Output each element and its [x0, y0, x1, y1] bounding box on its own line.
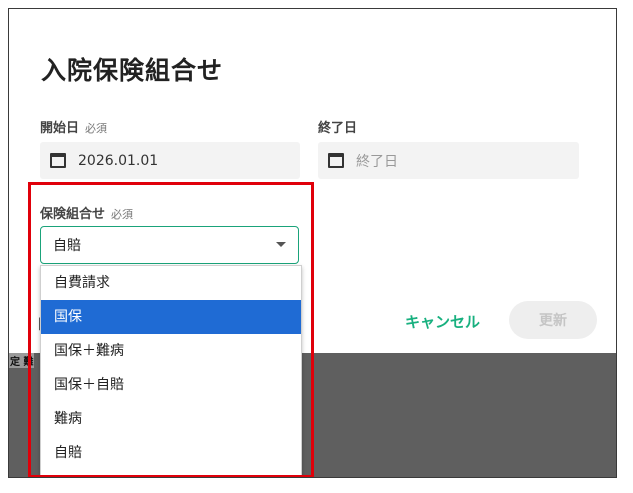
- insurance-combo-selected-value: 自賠: [53, 238, 81, 254]
- end-date-label: 終了日: [318, 117, 357, 136]
- start-date-label-text: 開始日: [40, 121, 80, 136]
- backdrop-text: 定 難: [9, 353, 35, 368]
- end-date-placeholder: 終了日: [356, 153, 398, 170]
- start-date-field[interactable]: 2026.01.01: [40, 142, 300, 179]
- dropdown-option[interactable]: 国保＋難病: [41, 334, 301, 368]
- insurance-combo-label: 保険組合せ 必須: [40, 203, 133, 222]
- chevron-down-icon: [276, 242, 286, 247]
- window-frame: 定 難 入院保険組合せ 開始日 必須 2026.01.01 終了日 終了日 保険組…: [8, 8, 617, 478]
- end-date-field[interactable]: 終了日: [318, 142, 579, 179]
- cancel-button[interactable]: キャンセル: [405, 311, 480, 332]
- start-date-label: 開始日 必須: [40, 117, 107, 136]
- dropdown-option[interactable]: 自費請求: [41, 266, 301, 300]
- dropdown-option[interactable]: 難病: [41, 402, 301, 436]
- dropdown-option[interactable]: 自賠: [41, 436, 301, 470]
- required-badge: 必須: [111, 208, 134, 221]
- start-date-value: 2026.01.01: [78, 152, 159, 169]
- dropdown-option[interactable]: 国保: [41, 300, 301, 334]
- insurance-combo-dropdown: 自費請求 国保 国保＋難病 国保＋自賠 難病 自賠: [40, 265, 302, 477]
- dialog-title: 入院保険組合せ: [41, 56, 224, 85]
- update-button[interactable]: 更新: [509, 301, 597, 339]
- insurance-combo-select[interactable]: 自賠: [40, 226, 299, 264]
- dropdown-option[interactable]: 国保＋自賠: [41, 368, 301, 402]
- insurance-combo-label-text: 保険組合せ: [40, 207, 106, 222]
- calendar-icon[interactable]: [50, 153, 66, 168]
- required-badge: 必須: [85, 122, 108, 135]
- calendar-icon[interactable]: [328, 153, 344, 168]
- end-date-label-text: 終了日: [318, 121, 358, 136]
